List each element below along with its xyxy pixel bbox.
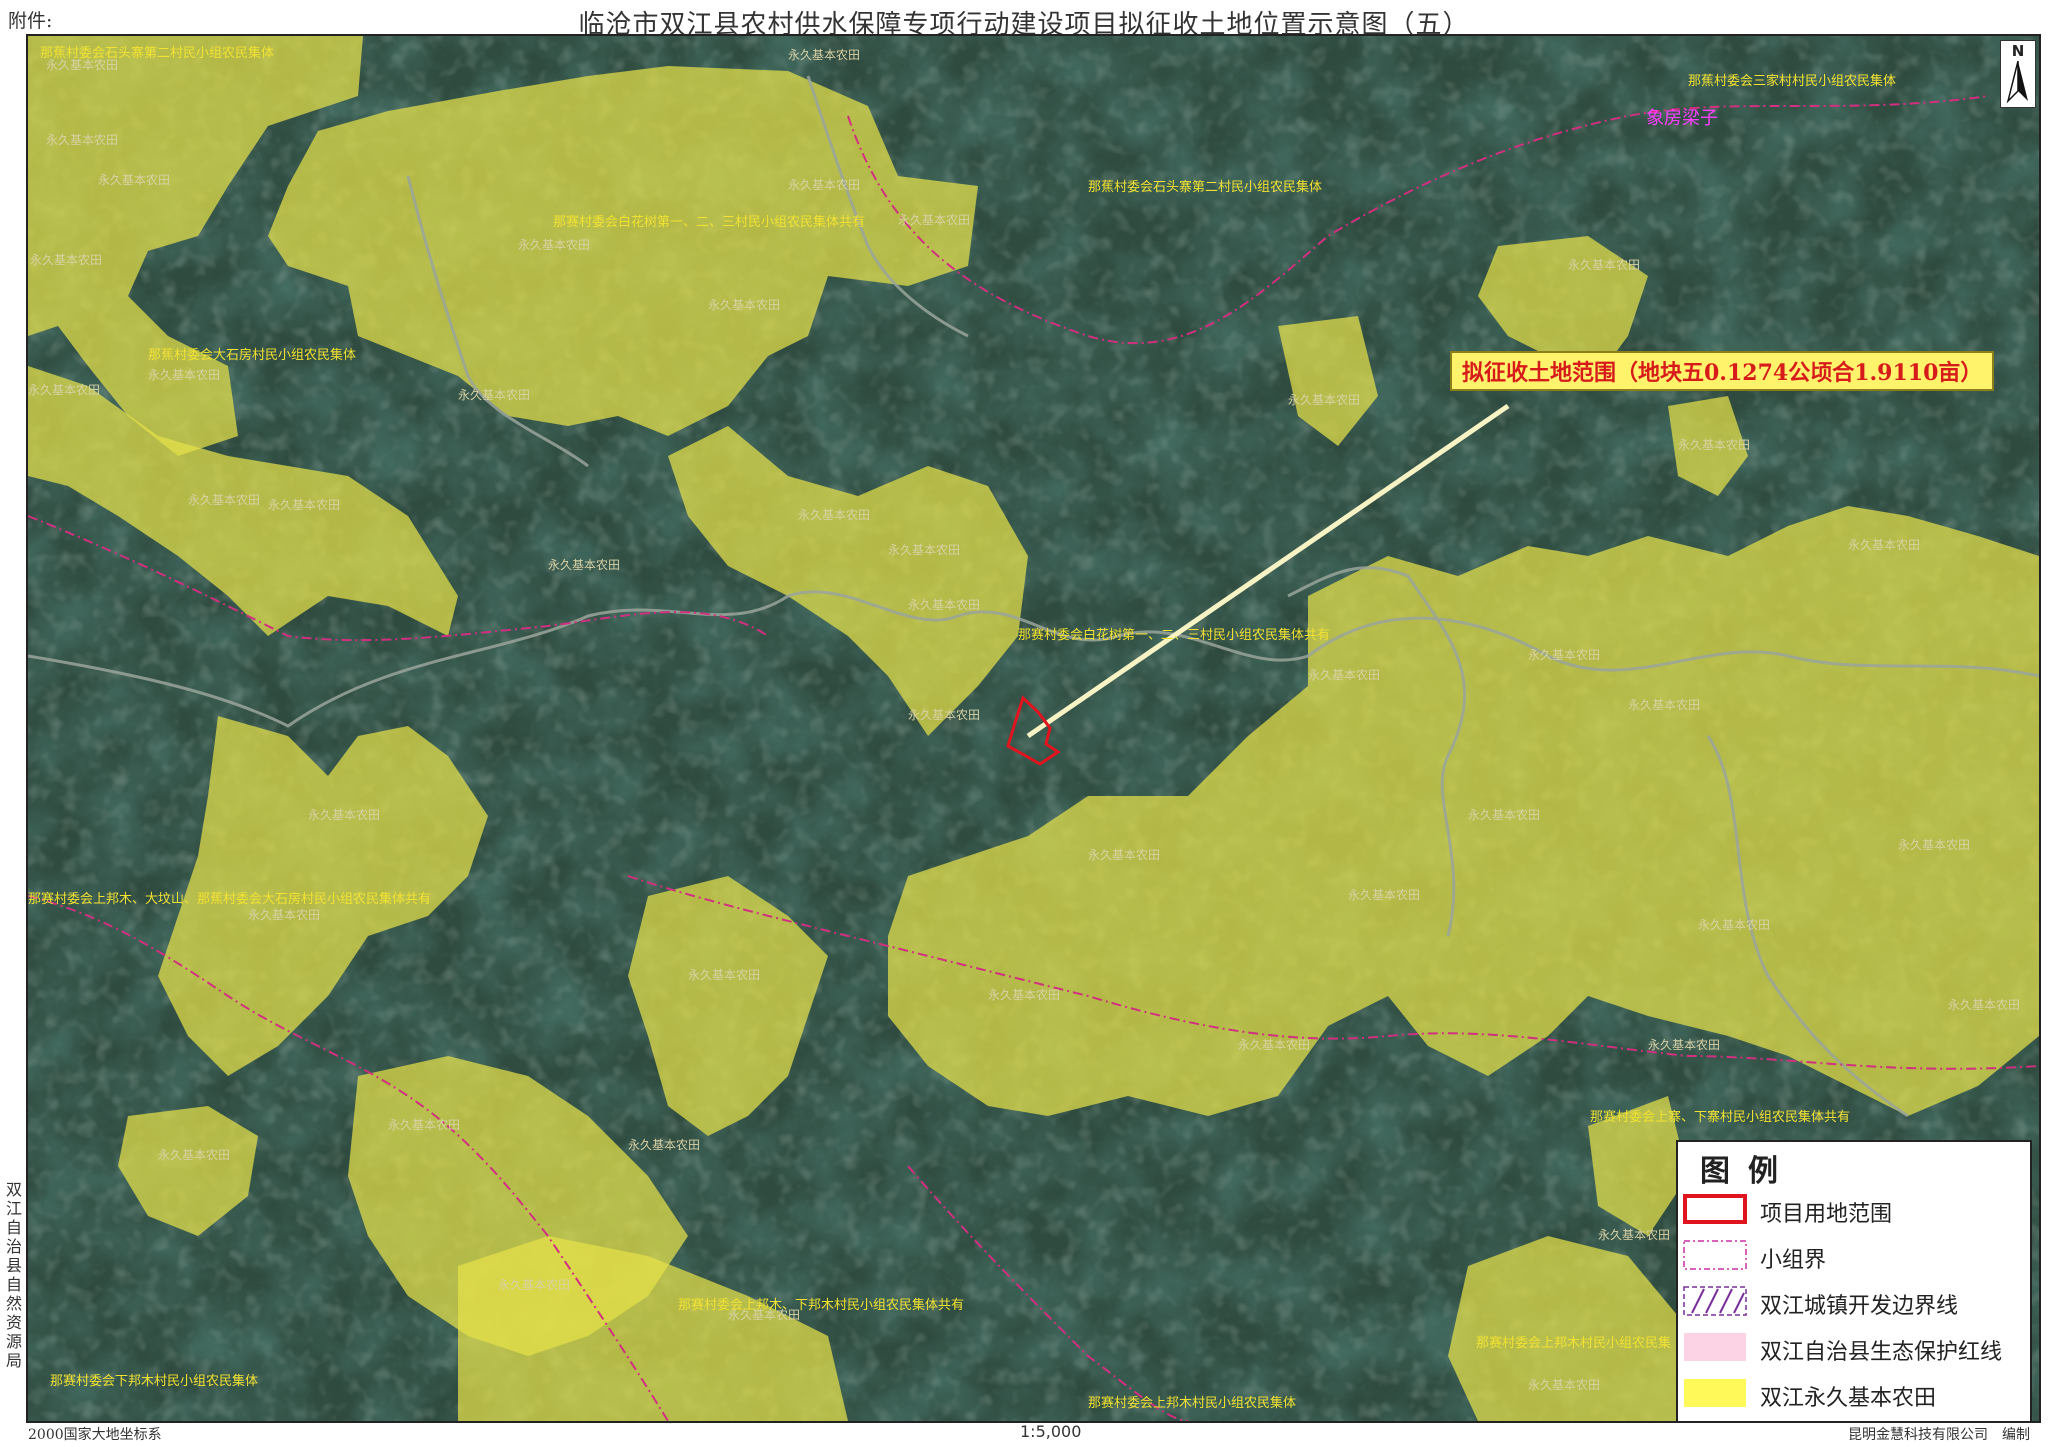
farmland-label: 永久基本农田 (28, 383, 101, 397)
farmland-label: 永久基本农田 (628, 1138, 701, 1152)
urban-boundary-symbol (1683, 1286, 1747, 1316)
map-view[interactable]: 永久基本农田 永久基本农田 永久基本农田 永久基本农田 永久基本农田 永久基本农… (26, 34, 2041, 1423)
coordinate-system: 2000国家大地坐标系 (28, 1427, 162, 1443)
village-label: 那赛村委会白花树第一、二、三村民小组农民集体共有 (1018, 628, 1331, 643)
farmland-label: 永久基本农田 (498, 1278, 571, 1292)
north-arrow-icon (2006, 60, 2028, 104)
farmland-label: 永久基本农田 (708, 298, 781, 312)
farmland-label: 永久基本农田 (268, 498, 341, 512)
farmland-label: 永久基本农田 (548, 558, 621, 572)
farmland-label: 永久基本农田 (1678, 438, 1751, 452)
farmland-label: 永久基本农田 (458, 388, 531, 402)
farmland-label: 永久基本农田 (1848, 538, 1921, 552)
legend-item-group-boundary: 小组界 (1680, 1236, 2026, 1276)
north-arrow: N (2000, 40, 2036, 108)
farmland-label: 永久基本农田 (908, 708, 981, 722)
village-label: 那赛村委会上邦木、大坟山、那蕉村委会大石房村民小组农民集体共有 (28, 892, 432, 907)
legend-item-urban-boundary: 双江城镇开发边界线 (1680, 1282, 2026, 1322)
farmland-label: 永久基本农田 (388, 1118, 461, 1132)
farmland-label: 永久基本农田 (248, 908, 321, 922)
farmland-label: 永久基本农田 (1308, 668, 1381, 682)
farmland-label: 永久基本农田 (1288, 393, 1361, 407)
farmland-label: 永久基本农田 (1628, 698, 1701, 712)
farmland-label: 永久基本农田 (148, 368, 221, 382)
farmland-label: 永久基本农田 (898, 213, 971, 227)
village-label: 那赛村委会下邦木村民小组农民集体 (50, 1374, 259, 1389)
place-name-label: 象房梁子 (1646, 108, 1718, 129)
farmland-label: 永久基本农田 (1528, 1378, 1601, 1392)
farmland-label: 永久基本农田 (1528, 648, 1601, 662)
farmland-label: 永久基本农田 (1568, 258, 1641, 272)
farmland-label: 永久基本农田 (798, 508, 871, 522)
map-maker: 昆明金慧科技有限公司 编制 (1848, 1427, 2030, 1443)
group-boundary-symbol (1683, 1240, 1747, 1270)
legend-label: 项目用地范围 (1760, 1202, 1893, 1227)
farmland-label: 永久基本农田 (688, 968, 761, 982)
map-scale: 1:5,000 (1020, 1422, 1082, 1441)
village-label: 那蕉村委会三家村村民小组农民集体 (1688, 74, 1897, 89)
village-label: 那赛村委会白花树第一、二、三村民小组农民集体共有 (553, 215, 866, 230)
farmland-label: 永久基本农田 (1698, 918, 1771, 932)
farmland-label: 永久基本农田 (1898, 838, 1971, 852)
farmland-label: 永久基本农田 (988, 988, 1061, 1002)
village-label: 那蕉村委会石头寨第二村民小组农民集体 (40, 46, 275, 61)
farmland-label: 永久基本农田 (1468, 808, 1541, 822)
village-label: 那赛村委会上邦木、下邦木村民小组农民集体共有 (678, 1298, 965, 1313)
farmland-label: 永久基本农田 (46, 133, 119, 147)
farmland-label: 永久基本农田 (788, 178, 861, 192)
farmland-label: 永久基本农田 (788, 48, 861, 62)
farmland-label: 永久基本农田 (888, 543, 961, 557)
village-label: 那蕉村委会大石房村民小组农民集体 (148, 348, 357, 363)
farmland-label: 永久基本农田 (1648, 1038, 1721, 1052)
village-label: 那赛村委会上邦木村民小组农民集体 (1088, 1396, 1297, 1411)
farmland-label: 永久基本农田 (1088, 848, 1161, 862)
village-label: 那蕉村委会石头寨第二村民小组农民集体 (1088, 180, 1323, 195)
farmland-label: 永久基本农田 (1348, 888, 1421, 902)
legend-label: 小组界 (1760, 1248, 1827, 1273)
legend-item-farmland: 双江永久基本农田 (1680, 1374, 2026, 1414)
farmland-label: 永久基本农田 (518, 238, 591, 252)
farmland-label: 永久基本农田 (158, 1148, 231, 1162)
village-label: 那赛村委会上寨、下寨村民小组农民集体共有 (1590, 1110, 1851, 1125)
farmland-label: 永久基本农田 (188, 493, 261, 507)
farmland-label: 永久基本农田 (98, 173, 171, 187)
legend-label: 双江永久基本农田 (1760, 1386, 1937, 1411)
map-legend: 图例 项目用地范围 小组界 双江城镇开发边界线 双江自治县生态保护红线 双江永久… (1676, 1140, 2032, 1421)
farmland-label: 永久基本农田 (908, 598, 981, 612)
legend-item-ecological-redline: 双江自治县生态保护红线 (1680, 1328, 2026, 1368)
legend-title: 图例 (1700, 1154, 1796, 1189)
farmland-symbol (1684, 1379, 1746, 1407)
farmland-label: 永久基本农田 (1948, 998, 2021, 1012)
farmland-label: 永久基本农田 (1598, 1228, 1671, 1242)
village-label: 那赛村委会上邦木村民小组农民集 (1476, 1336, 1672, 1351)
legend-label: 双江城镇开发边界线 (1760, 1294, 1959, 1319)
legend-item-project-land: 项目用地范围 (1680, 1190, 2026, 1230)
agency-vertical-label: 双江自治县自然资源局 (5, 1180, 22, 1370)
farmland-label: 永久基本农田 (30, 253, 103, 267)
ecological-redline-symbol (1684, 1333, 1746, 1361)
project-land-symbol (1683, 1194, 1747, 1224)
legend-label: 双江自治县生态保护红线 (1760, 1340, 2003, 1365)
farmland-label: 永久基本农田 (1238, 1038, 1311, 1052)
land-acquisition-callout: 拟征收土地范围（地块五0.1274公顷合1.9110亩） (1450, 351, 1995, 391)
farmland-label: 永久基本农田 (308, 808, 381, 822)
